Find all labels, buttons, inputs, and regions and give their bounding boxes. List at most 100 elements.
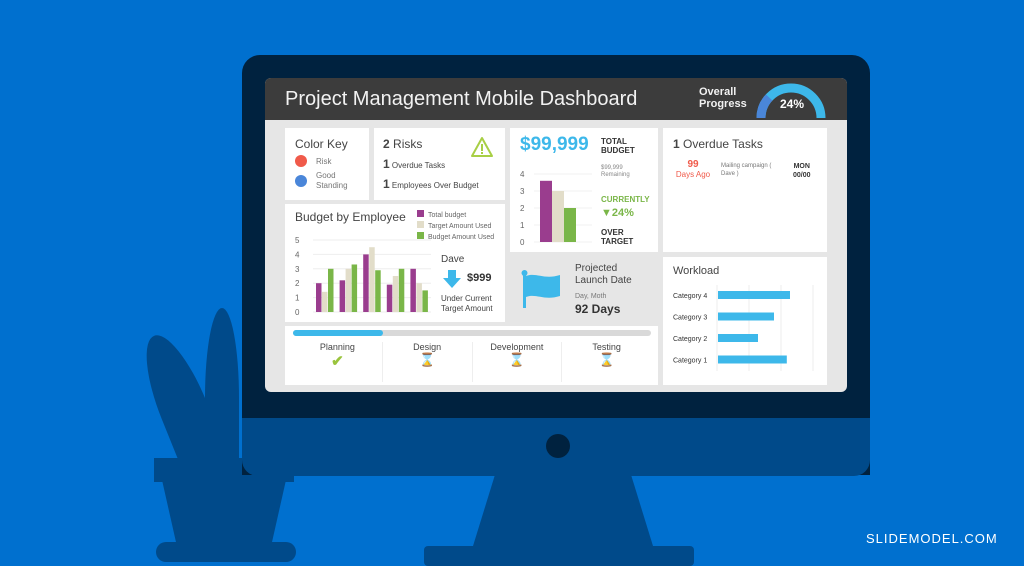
bar-target-amount-used	[322, 291, 328, 312]
y-tick-label: 1	[295, 294, 300, 303]
legend-label: Total budget	[428, 212, 467, 219]
category-label: Category 2	[673, 336, 707, 343]
warning-icon	[471, 137, 493, 157]
risk-item-overdue: 1 Overdue Tasks	[383, 157, 445, 171]
dashboard-header: Project Management Mobile Dashboard Over…	[265, 78, 847, 120]
monitor-camera	[546, 434, 570, 458]
currently-value: ▼24%	[601, 207, 634, 219]
workload-bar	[718, 355, 787, 364]
task-line2: Dave )	[721, 171, 739, 177]
good-standing-label: Good Standing	[316, 171, 348, 191]
plant-pot	[162, 480, 286, 546]
days-ago: 99 Days Ago	[673, 160, 713, 180]
budget-employee-chart: 0 1 2 3 4 5	[295, 236, 431, 317]
launch-sub: Day, Moth	[575, 293, 607, 300]
y-tick-label: 4	[520, 170, 525, 179]
over-line1: OVER	[601, 228, 624, 237]
arrow-down-icon	[443, 270, 461, 288]
launch-value: 92 Days	[575, 302, 621, 316]
launch-date-card: Projected Launch Date Day, Moth 92 Days	[510, 256, 658, 322]
y-tick-label: 0	[520, 238, 525, 247]
bar-target-amount-used	[392, 276, 399, 312]
launch-title-line1: Projected	[575, 263, 618, 274]
phase-planning[interactable]: Planning ✔	[293, 342, 383, 382]
bar-target-amount-used	[369, 247, 375, 312]
task-name: Mailing campaign ( Dave )	[721, 162, 771, 178]
risk-item-label: Employees Over Budget	[391, 181, 479, 190]
risk-item-count: 1	[383, 177, 390, 191]
bar-budget-amount-used	[351, 264, 358, 312]
plant-pot-base	[156, 542, 296, 562]
risks-title: 2 Risks	[383, 137, 422, 151]
callout-amount: $999	[467, 272, 492, 284]
bar-total-budget	[410, 268, 416, 312]
phase-label: Development	[490, 342, 544, 352]
risks-label: Risks	[393, 137, 423, 151]
overdue-task-row[interactable]: 99 Days Ago Mailing campaign ( Dave ) MO…	[663, 160, 827, 186]
risk-item-label: Overdue Tasks	[391, 161, 446, 170]
label-line1: TOTAL	[601, 137, 627, 146]
workload-bar	[718, 312, 774, 321]
progress-label-line1: Overall	[699, 86, 737, 98]
bar-total-budget	[540, 180, 552, 242]
callout-name: Dave	[441, 254, 465, 265]
task-date: MON 00/00	[793, 162, 811, 180]
flag-icon	[521, 270, 560, 308]
days-label: Days Ago	[675, 170, 711, 179]
bar-total-budget	[316, 283, 322, 312]
y-tick-label: 2	[295, 279, 300, 288]
color-key-card: Color Key Risk Good Standing	[285, 128, 369, 200]
legend-swatch	[417, 210, 424, 217]
phases-card: Planning ✔ Design ⌛ Development ⌛ Testin…	[285, 326, 658, 385]
bar-total-budget	[363, 254, 369, 312]
risk-label: Risk	[316, 157, 332, 166]
total-budget-amount: $99,999	[520, 134, 589, 155]
over-line2: TARGET	[601, 237, 634, 246]
category-label: Category 1	[673, 358, 707, 365]
legend-item: Total budget	[417, 210, 494, 221]
page-title: Project Management Mobile Dashboard	[285, 88, 638, 110]
y-tick-label: 3	[295, 265, 300, 274]
total-budget-label: TOTAL BUDGET	[601, 137, 635, 155]
y-tick-label: 1	[520, 221, 525, 230]
phase-development[interactable]: Development ⌛	[473, 342, 563, 382]
callout-line2: Target Amount	[441, 304, 493, 313]
category-label: Category 3	[673, 315, 707, 322]
date-line1: MON	[793, 163, 810, 170]
bar-target-amount-used	[416, 283, 422, 312]
down-arrow-icon: ▼	[601, 207, 612, 219]
category-label: Category 4	[673, 293, 707, 300]
gauge-fill	[756, 94, 773, 118]
legend-label: Budget Amount Used	[428, 234, 495, 241]
risks-count: 2	[383, 137, 390, 151]
bar-target-amount-used	[552, 191, 564, 242]
phase-label: Design	[413, 342, 442, 352]
phase-testing[interactable]: Testing ⌛	[562, 342, 651, 382]
budget-employee-title: Budget by Employee	[295, 210, 406, 224]
overdue-label: Overdue Tasks	[683, 137, 763, 151]
callout-description: Under Current Target Amount	[441, 294, 493, 314]
check-icon: ✔	[331, 353, 344, 370]
task-line1: Mailing campaign (	[721, 163, 772, 169]
overall-progress-label: Overall Progress	[699, 86, 747, 110]
y-tick-label: 0	[295, 308, 300, 317]
y-tick-label: 4	[295, 250, 300, 259]
workload-chart: Category 4 Category 3 Category 2 Category 1	[673, 285, 814, 371]
risk-dot-icon	[295, 155, 307, 167]
watermark: SLIDEMODEL.COM	[866, 531, 998, 546]
legend-label: Target Amount Used	[428, 223, 492, 230]
monitor-stand	[473, 476, 653, 546]
y-tick-label: 5	[295, 236, 300, 245]
phase-design[interactable]: Design ⌛	[383, 342, 473, 382]
overdue-tasks-card: 1 Overdue Tasks 99 Days Ago Mailing camp…	[663, 128, 827, 252]
bar-budget-amount-used	[375, 270, 381, 312]
label-line2: BUDGET	[601, 146, 635, 155]
risk-item-count: 1	[383, 157, 390, 171]
phase-list: Planning ✔ Design ⌛ Development ⌛ Testin…	[293, 342, 651, 382]
phase-label: Testing	[592, 342, 621, 352]
color-key-title: Color Key	[295, 137, 348, 151]
currently-percent: 24%	[611, 207, 634, 219]
total-budget-card: $99,999 TOTAL BUDGET 0 1 2 3 4 $99,999 Remai…	[510, 128, 658, 252]
over-target-label: OVER TARGET	[601, 228, 633, 246]
bar-total-budget	[339, 280, 346, 312]
